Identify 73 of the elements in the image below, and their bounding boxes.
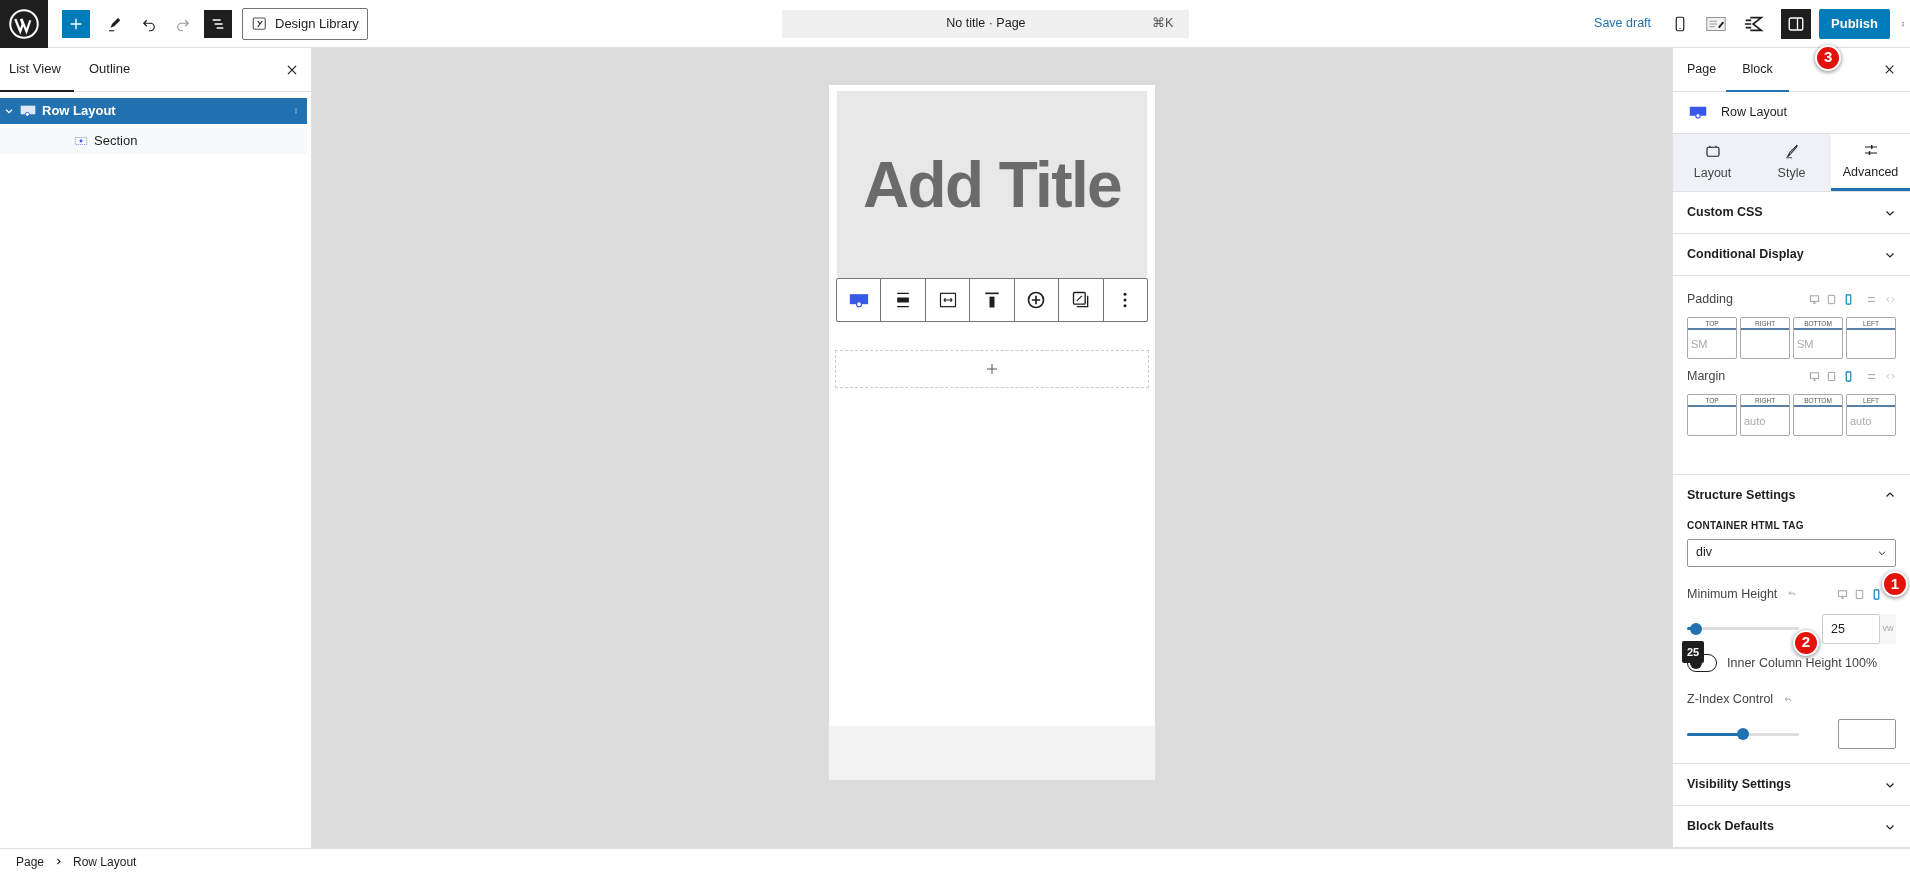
- add-icon[interactable]: [1026, 290, 1047, 310]
- number-input[interactable]: [1838, 719, 1896, 749]
- settings-tab[interactable]: Layout: [1673, 133, 1752, 192]
- section-header[interactable]: Custom CSS: [1673, 192, 1910, 234]
- row-layout-icon: [18, 103, 38, 119]
- callout-badge: 3: [1815, 44, 1842, 71]
- tag-select[interactable]: div: [1687, 538, 1896, 567]
- page-heading: Add Title: [862, 152, 1122, 217]
- desktop-icon[interactable]: [1809, 370, 1820, 382]
- publish-button[interactable]: Publish: [1819, 8, 1890, 39]
- section-title: Custom CSS: [1687, 204, 1763, 222]
- item-label: Section: [94, 132, 139, 151]
- callout-badge: 1: [1882, 570, 1908, 597]
- save-draft-link[interactable]: Save draft: [1594, 14, 1652, 33]
- sidebar-tab[interactable]: Block: [1726, 48, 1789, 92]
- close-icon[interactable]: [1883, 63, 1896, 76]
- placeholder-text: SM: [1691, 336, 1708, 352]
- number-input[interactable]: 25: [1822, 613, 1880, 644]
- field-label: Z-Index Control: [1687, 691, 1774, 709]
- settings-tab[interactable]: Style: [1752, 133, 1831, 192]
- page-title: No title · Page: [946, 15, 1026, 33]
- placeholder-text: SM: [1797, 336, 1814, 352]
- field-label: CONTAINER HTML TAG: [1687, 518, 1805, 533]
- mobile-icon[interactable]: [1843, 294, 1854, 306]
- desktop-icon[interactable]: [1809, 294, 1820, 306]
- field-label: Padding: [1687, 291, 1734, 309]
- section-header[interactable]: Visibility Settings: [1673, 764, 1910, 805]
- slider-thumb[interactable]: [1737, 728, 1749, 740]
- width-icon[interactable]: [937, 290, 958, 310]
- sidebar-tab[interactable]: Page: [1677, 47, 1727, 91]
- field-label: Minimum Height: [1687, 585, 1778, 603]
- settings-sidebar-button[interactable]: [1781, 8, 1812, 39]
- add-block-button[interactable]: [62, 9, 90, 38]
- block-name: Row Layout: [1721, 103, 1787, 121]
- mobile-icon[interactable]: [1843, 370, 1854, 382]
- slider-thumb[interactable]: [1689, 622, 1702, 635]
- callout-badge: 2: [1793, 629, 1819, 656]
- tree-item[interactable]: Row Layout: [0, 98, 307, 124]
- range-slider[interactable]: [1687, 726, 1799, 742]
- chevron-right-icon: [54, 857, 64, 866]
- section-title: Visibility Settings: [1687, 776, 1791, 794]
- section-header[interactable]: Block Defaults: [1673, 806, 1910, 847]
- site-logo[interactable]: [0, 0, 48, 48]
- tree-item[interactable]: Section: [0, 128, 307, 154]
- design-library-button[interactable]: Design Library: [242, 7, 368, 40]
- field-label: Margin: [1687, 368, 1727, 385]
- section-title: Block Defaults: [1687, 818, 1774, 836]
- mobile-icon[interactable]: [1871, 588, 1882, 600]
- library-icon: [251, 14, 269, 33]
- breadcrumb-link[interactable]: Page: [16, 852, 45, 871]
- placeholder-text: auto: [1850, 413, 1872, 429]
- section-title: Conditional Display: [1687, 246, 1804, 264]
- value-tooltip: 25: [1681, 640, 1705, 663]
- desktop-icon[interactable]: [1837, 588, 1848, 600]
- item-label: Row Layout: [42, 102, 117, 121]
- section-header[interactable]: Structure Settings: [1673, 474, 1910, 516]
- list-view-button[interactable]: [204, 9, 232, 38]
- copy-icon[interactable]: [1070, 290, 1091, 310]
- plus-icon: [986, 363, 998, 375]
- command-bar[interactable]: No title · Page ⌘K: [782, 9, 1190, 38]
- shortcut-hint: ⌘K: [1152, 15, 1174, 33]
- chevron-icon[interactable]: [4, 106, 14, 116]
- panel-tab[interactable]: Outline: [80, 47, 140, 91]
- breadcrumb-link[interactable]: Row Layout: [73, 852, 137, 871]
- panel-tab[interactable]: List View: [0, 48, 74, 92]
- section-icon: [72, 134, 90, 148]
- section-header[interactable]: Conditional Display: [1673, 234, 1910, 276]
- unit-label: vw: [1880, 613, 1896, 644]
- placeholder-text: auto: [1744, 413, 1766, 429]
- section-title: Structure Settings: [1687, 486, 1796, 504]
- select-value: div: [1696, 544, 1712, 562]
- wordpress-icon: [9, 8, 39, 39]
- sidebar-icon: [1787, 14, 1806, 33]
